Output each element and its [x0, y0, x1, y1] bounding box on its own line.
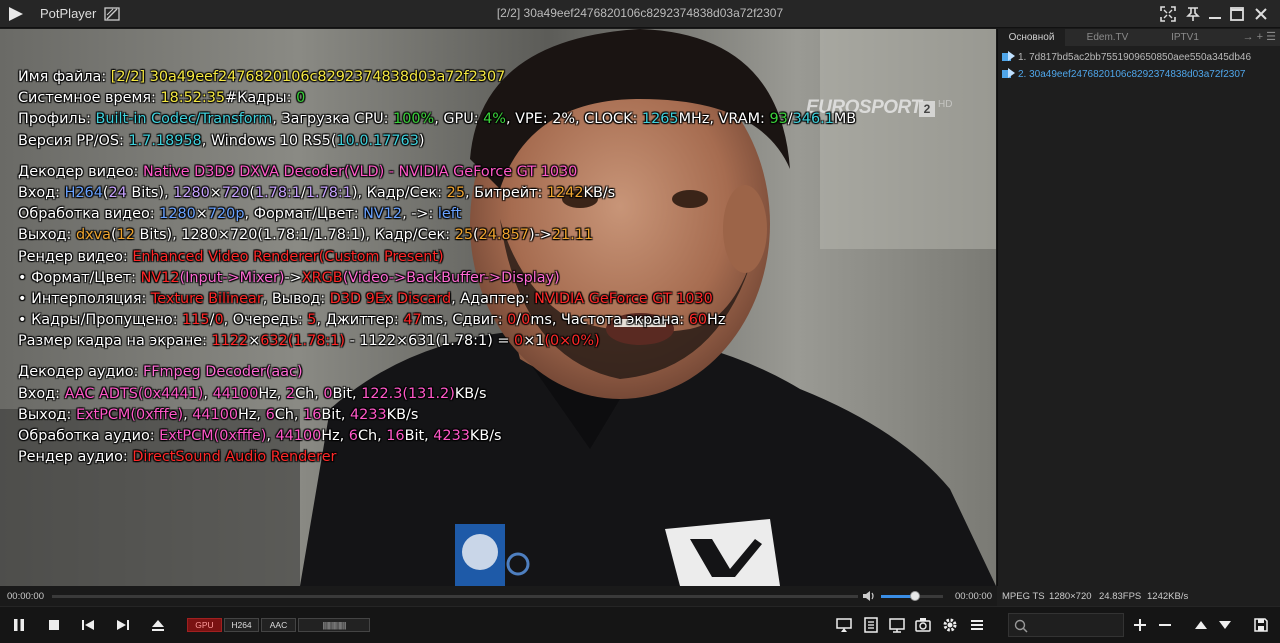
tab-main[interactable]: Основной — [998, 29, 1065, 46]
minimize-icon[interactable] — [1206, 5, 1224, 23]
eject-icon[interactable] — [149, 616, 167, 634]
playlist-item[interactable]: 1. 7d817bd5ac2bb7551909650850aee550a345d… — [1002, 51, 1251, 67]
osd-format-line: • Формат/Цвет: NV12(Input->Mixer)->XRGB(… — [18, 269, 560, 286]
potplayer-logo-icon[interactable] — [6, 5, 26, 23]
stream-info-bar: MPEG TS 1280×720 24.83FPS 1242KB/s — [997, 586, 1280, 606]
seek-bar[interactable] — [52, 595, 858, 598]
tab-iptv1[interactable]: IPTV1 — [1150, 29, 1220, 46]
volume-slider[interactable] — [881, 591, 943, 601]
gpu-badge[interactable]: GPU — [187, 618, 222, 632]
seek-row: 00:00:00 00:00:00 — [0, 586, 996, 606]
tab-edem-tv[interactable]: Edem.TV — [1065, 29, 1150, 46]
osd-interpolation-line: • Интерполяция: Texture Bilinear, Вывод:… — [18, 290, 713, 307]
search-icon — [1014, 619, 1028, 633]
volume-knob[interactable] — [910, 591, 921, 601]
osd-version-line: Версия PP/OS: 1.7.18958, Windows 10 RS5(… — [18, 132, 425, 149]
playlist-search-input[interactable] — [1008, 613, 1124, 637]
playlist-item-playing[interactable]: 2. 30a49eef2476820106c8292374838d03a72f2… — [1002, 68, 1245, 84]
app-name[interactable]: PotPlayer — [40, 6, 96, 21]
stream-file-icon — [1002, 68, 1015, 78]
audio-codec-badge[interactable]: AAC — [261, 618, 296, 632]
channel-number: 2 — [919, 101, 935, 117]
capture-icon[interactable] — [914, 616, 932, 634]
playlist-item-label: 2. 30a49eef2476820106c8292374838d03a72f2… — [1018, 69, 1246, 80]
stream-format: MPEG TS — [1002, 591, 1045, 602]
close-icon[interactable] — [1252, 5, 1270, 23]
fullscreen-icon[interactable] — [1159, 5, 1177, 23]
previous-icon[interactable] — [79, 616, 97, 634]
current-time: 00:00:00 — [7, 591, 44, 602]
playback-info-osd: Имя файла: [2/2] 30a49eef2476820106c8292… — [18, 67, 856, 468]
playlist-tabs: Основной Edem.TV IPTV1 — [998, 29, 1280, 46]
stream-resolution: 1280×720 — [1049, 591, 1092, 602]
volume-icon[interactable] — [862, 590, 876, 602]
osd-audio-input-line: Вход: AAC ADTS(0x4441), 44100Hz, 2Ch, 0B… — [18, 385, 487, 402]
playlist-panel: Основной Edem.TV IPTV1 → + ☰ 1. 7d817bd5… — [997, 29, 1280, 586]
pause-icon[interactable] — [10, 616, 28, 634]
playlist-add-menu[interactable]: → + ☰ — [1243, 30, 1276, 43]
osd-audio-output-line: Выход: ExtPCM(0xfffe), 44100Hz, 6Ch, 16B… — [18, 406, 419, 423]
stop-icon[interactable] — [45, 616, 63, 634]
pin-on-top-icon[interactable] — [1184, 5, 1202, 23]
osd-video-processing-line: Обработка видео: 1280×720p, Формат/Цвет:… — [18, 206, 462, 223]
video-area[interactable]: EUROSPORT 2 HD Имя файла: [2/2] 30a49eef… — [0, 29, 996, 586]
title-bar: PotPlayer [2/2] 30a49eef2476820106c82923… — [0, 0, 1280, 28]
osd-profile-line: Профиль: Built-in Codec/Transform, Загру… — [18, 111, 857, 128]
remove-icon[interactable] — [1156, 616, 1174, 634]
osd-video-decoder-line: Декодер видео: Native D3D9 DXVA Decoder(… — [18, 163, 578, 180]
menu-icon[interactable] — [968, 616, 986, 634]
playlist-toggle-icon[interactable] — [104, 6, 120, 22]
osd-video-renderer-line: Рендер видео: Enhanced Video Renderer(Cu… — [18, 248, 444, 265]
window-title: [2/2] 30a49eef2476820106c8292374838d03a7… — [496, 6, 784, 20]
move-down-icon[interactable] — [1216, 616, 1234, 634]
monitor-icon[interactable] — [888, 616, 906, 634]
audio-level-meter: ||||||||||||||||||| — [298, 618, 370, 632]
osd-audio-decoder-line: Декодер аудио: FFmpeg Decoder(aac) — [18, 364, 303, 381]
total-time: 00:00:00 — [955, 591, 992, 602]
osd-video-output-line: Выход: dxva(12 Bits), 1280×720(1.78:1/1.… — [18, 227, 594, 244]
osd-frame-size-line: Размер кадра на экране: 1122×632(1.78:1)… — [18, 333, 600, 350]
save-playlist-icon[interactable] — [1252, 616, 1270, 634]
osd-video-input-line: Вход: H264(24 Bits), 1280×720(1.78:1/1.7… — [18, 184, 616, 201]
osd-system-line: Системное время: 18:52:35#Кадры: 0 — [18, 90, 306, 107]
move-up-icon[interactable] — [1192, 616, 1210, 634]
screen-cast-icon[interactable] — [835, 616, 853, 634]
stream-fps: 24.83FPS — [1099, 591, 1142, 602]
osd-audio-renderer-line: Рендер аудио: DirectSound Audio Renderer — [18, 449, 337, 466]
osd-audio-processing-line: Обработка аудио: ExtPCM(0xfffe), 44100Hz… — [18, 428, 502, 444]
playlist-item-label: 1. 7d817bd5ac2bb7551909650850aee550a345d… — [1018, 52, 1252, 63]
stream-file-icon — [1002, 51, 1015, 61]
add-icon[interactable] — [1131, 616, 1149, 634]
playlist-icon[interactable] — [862, 616, 880, 634]
maximize-icon[interactable] — [1228, 5, 1246, 23]
osd-frames-line: • Кадры/Пропущено: 115/0, Очередь: 5, Дж… — [18, 312, 726, 329]
control-bar: GPU H264 AAC ||||||||||||||||||| — [0, 606, 1280, 643]
video-codec-badge[interactable]: H264 — [224, 618, 259, 632]
next-icon[interactable] — [114, 616, 132, 634]
osd-file-line: Имя файла: [2/2] 30a49eef2476820106c8292… — [18, 69, 506, 85]
settings-gear-icon[interactable] — [941, 616, 959, 634]
stream-bitrate: 1242KB/s — [1147, 591, 1189, 602]
channel-suffix: HD — [938, 99, 953, 110]
